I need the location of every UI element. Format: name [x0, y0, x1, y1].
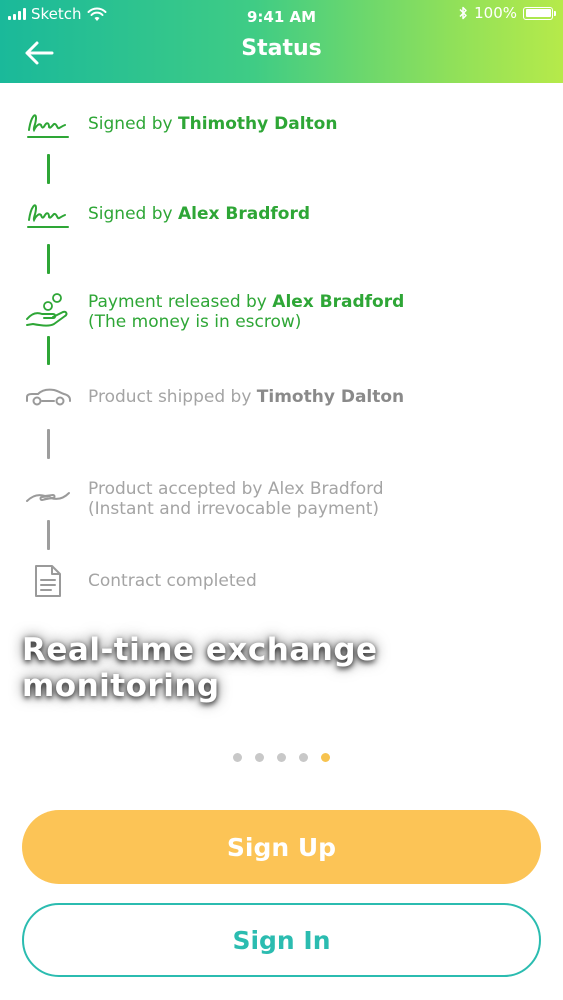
step-text: Signed by Alex Bradford — [88, 204, 310, 224]
step-label: Contract completed — [88, 571, 257, 591]
caption-line-1: Real-time exchange — [22, 632, 378, 668]
signature-icon — [24, 107, 72, 143]
status-bar: Sketch 9:41 AM 100% — [0, 0, 563, 30]
page-indicator — [0, 753, 563, 762]
step-text: Contract completed — [88, 571, 257, 591]
step-text: Product shipped by Timothy Dalton — [88, 387, 404, 407]
timeline-step-completed: Contract completed — [0, 562, 563, 600]
page-dot-5[interactable] — [321, 753, 330, 762]
step-label: Payment released by — [88, 292, 273, 312]
step-text: Product accepted by Alex Bradford (Insta… — [88, 479, 384, 519]
page-dot-1[interactable] — [233, 753, 242, 762]
timeline-connector — [47, 520, 50, 550]
step-text: Payment released by Alex Bradford (The m… — [88, 292, 404, 332]
sign-up-button[interactable]: Sign Up — [22, 810, 541, 884]
timeline-connector — [47, 336, 50, 365]
page-dot-4[interactable] — [299, 753, 308, 762]
step-label: Product shipped by — [88, 387, 257, 407]
step-note: (The money is in escrow) — [88, 312, 302, 332]
step-label: Signed by — [88, 204, 178, 224]
timeline-step-shipped: Product shipped by Timothy Dalton — [0, 381, 563, 413]
onboarding-caption: Real-time exchange monitoring — [22, 632, 442, 704]
timeline-step-accepted: Product accepted by Alex Bradford (Insta… — [0, 476, 563, 520]
header: Sketch 9:41 AM 100% Status — [0, 0, 563, 83]
nav-bar: Status — [0, 30, 563, 83]
timeline-connector — [47, 244, 50, 274]
handshake-icon — [24, 476, 72, 520]
step-line: Payment released by Alex Bradford — [88, 292, 404, 312]
caption-line-2: monitoring — [22, 668, 220, 704]
page-title: Status — [241, 36, 322, 61]
step-person: Thimothy Dalton — [178, 114, 338, 134]
timeline-step-payment: Payment released by Alex Bradford (The m… — [0, 289, 563, 333]
timeline-step-signed-2: Signed by Alex Bradford — [0, 197, 563, 233]
step-label: Signed by — [88, 114, 178, 134]
battery-fill — [525, 9, 551, 17]
signature-icon — [24, 197, 72, 233]
timeline-step-signed-1: Signed by Thimothy Dalton — [0, 107, 563, 143]
car-icon — [24, 381, 72, 413]
status-bar-right: 100% — [458, 4, 556, 22]
battery-icon — [523, 6, 556, 20]
step-person: Alex Bradford — [272, 292, 405, 312]
payment-hand-icon — [24, 289, 72, 333]
page-dot-2[interactable] — [255, 753, 264, 762]
step-person: Alex Bradford — [178, 204, 311, 224]
page-dot-3[interactable] — [277, 753, 286, 762]
step-person: Timothy Dalton — [256, 387, 405, 407]
step-note: (Instant and irrevocable payment) — [88, 499, 380, 519]
bluetooth-icon — [459, 6, 467, 20]
document-icon — [24, 562, 72, 600]
battery-percent: 100% — [474, 4, 517, 22]
step-label: Product accepted by Alex Bradford — [88, 479, 384, 499]
timeline-connector — [47, 154, 50, 184]
sign-in-button[interactable]: Sign In — [22, 903, 541, 977]
timeline-connector — [47, 429, 50, 459]
step-text: Signed by Thimothy Dalton — [88, 114, 337, 134]
